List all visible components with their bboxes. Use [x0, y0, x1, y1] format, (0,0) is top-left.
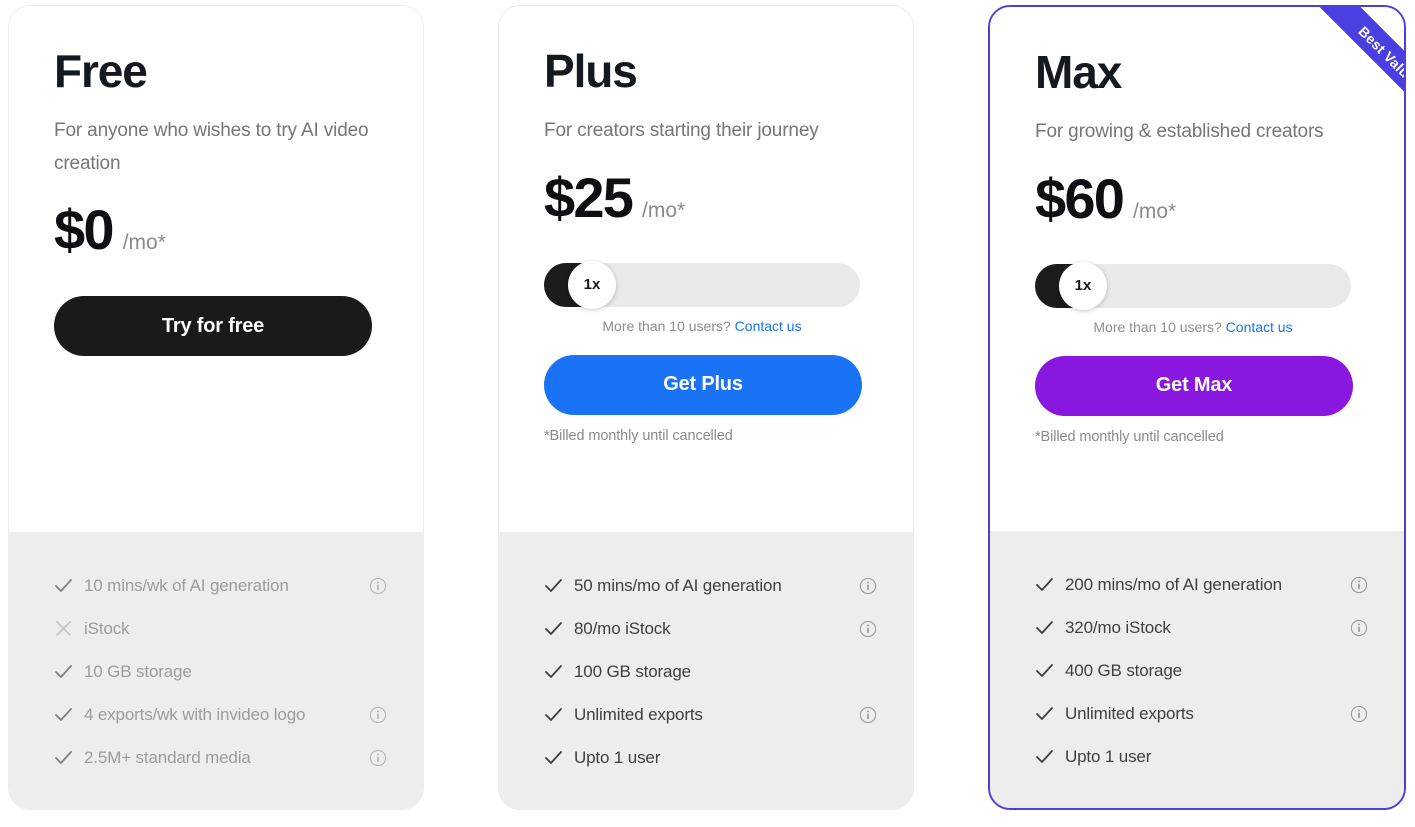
check-icon — [543, 704, 564, 725]
feature-row: Unlimited exports — [543, 693, 879, 736]
feature-row: Upto 1 user — [543, 736, 879, 779]
feature-label: 10 GB storage — [84, 661, 192, 681]
plan-header-max: Max For growing & established creators $60… — [990, 7, 1404, 531]
check-icon — [1034, 703, 1055, 724]
feature-label: iStock — [84, 618, 130, 638]
feature-row: 10 GB storage — [53, 650, 389, 693]
billing-note: *Billed monthly until cancelled — [544, 427, 733, 444]
plan-price-period: /mo* — [122, 231, 166, 255]
plan-card-free[interactable]: Free For anyone who wishes to try AI vide… — [8, 5, 424, 810]
plan-price-row: $60/mo* — [1035, 166, 1360, 230]
plan-name: Plus — [544, 45, 638, 97]
feature-label: 2.5M+ standard media — [84, 747, 251, 767]
plan-price-amount: $60 — [1035, 166, 1125, 230]
contact-us-link[interactable]: Contact us — [1226, 319, 1293, 335]
feature-label: 320/mo iStock — [1065, 617, 1171, 637]
feature-label: Unlimited exports — [1065, 703, 1194, 723]
check-icon — [1034, 660, 1055, 681]
cta-button-max[interactable]: Get Max — [1035, 355, 1353, 416]
plan-card-plus[interactable]: Plus For creators starting their journey $… — [498, 5, 914, 810]
plan-price-amount: $25 — [544, 165, 634, 229]
check-icon — [1034, 574, 1055, 595]
feature-row: Unlimited exports — [1034, 692, 1370, 735]
plan-tagline: For anyone who wishes to try AI video cr… — [54, 120, 369, 174]
seat-contact-note: More than 10 users? Contact us — [544, 318, 860, 334]
check-icon — [543, 661, 564, 682]
seat-slider-knob[interactable]: 1x — [1059, 261, 1107, 310]
info-icon[interactable] — [857, 620, 879, 638]
feature-label: 100 GB storage — [574, 661, 691, 681]
plan-name: Free — [54, 45, 148, 97]
check-icon — [543, 747, 564, 768]
feature-label: 400 GB storage — [1065, 660, 1182, 680]
info-icon[interactable] — [367, 577, 389, 595]
check-icon — [53, 575, 74, 596]
plan-price-period: /mo* — [1133, 199, 1177, 223]
seat-contact-text: More than 10 users? — [602, 317, 731, 334]
check-icon — [543, 618, 564, 639]
plan-price-amount: $0 — [54, 198, 114, 262]
plan-price-row: $25/mo* — [544, 165, 869, 229]
feature-label: 80/mo iStock — [574, 618, 671, 638]
seat-slider-knob[interactable]: 1x — [568, 260, 616, 309]
info-icon[interactable] — [857, 577, 879, 595]
feature-label: Upto 1 user — [574, 747, 661, 767]
feature-row: 200 mins/mo of AI generation — [1034, 563, 1370, 606]
check-icon — [53, 704, 74, 725]
feature-row: 80/mo iStock — [543, 607, 879, 650]
contact-us-link[interactable]: Contact us — [735, 318, 802, 334]
plan-features-plus: 50 mins/mo of AI generation 80/mo iStock 1… — [499, 532, 913, 809]
plan-header-plus: Plus For creators starting their journey $… — [499, 6, 913, 532]
billing-note: *Billed monthly until cancelled — [1035, 428, 1224, 445]
info-icon[interactable] — [857, 706, 879, 724]
check-icon — [53, 661, 74, 682]
cta-button-free[interactable]: Try for free — [54, 296, 372, 357]
info-icon[interactable] — [1348, 619, 1370, 637]
feature-row: 400 GB storage — [1034, 649, 1370, 692]
plan-features-free: 10 mins/wk of AI generation iStock 10 GB s… — [9, 532, 423, 809]
seat-contact-note: More than 10 users? Contact us — [1035, 319, 1351, 335]
check-icon — [543, 575, 564, 596]
feature-row: 4 exports/wk with invideo logo — [53, 693, 389, 736]
feature-row: 50 mins/mo of AI generation — [543, 564, 879, 607]
check-icon — [53, 747, 74, 768]
feature-row: 10 mins/wk of AI generation — [53, 564, 389, 607]
feature-label: 200 mins/mo of AI generation — [1065, 574, 1282, 594]
plan-header-free: Free For anyone who wishes to try AI vide… — [9, 6, 423, 532]
feature-label: Upto 1 user — [1065, 746, 1152, 766]
feature-label: 50 mins/mo of AI generation — [574, 575, 782, 595]
feature-row: 2.5M+ standard media — [53, 736, 389, 779]
plan-card-max[interactable]: Best Value Max For growing & established c… — [988, 5, 1406, 810]
plan-tagline: For creators starting their journey — [544, 120, 819, 141]
seat-slider-wrap: 1x More than 10 users? Contact us — [544, 260, 869, 334]
cross-icon — [53, 618, 74, 639]
feature-row: iStock — [53, 607, 389, 650]
feature-row: 320/mo iStock — [1034, 606, 1370, 649]
info-icon[interactable] — [367, 706, 389, 724]
plan-price-row: $0/mo* — [54, 202, 379, 258]
plan-features-max: 200 mins/mo of AI generation 320/mo iStoc… — [990, 531, 1404, 808]
plan-tagline: For growing & established creators — [1035, 121, 1324, 142]
info-icon[interactable] — [367, 749, 389, 767]
plan-price-period: /mo* — [642, 198, 686, 222]
pricing-plans-grid: Free For anyone who wishes to try AI vide… — [0, 0, 1415, 827]
info-icon[interactable] — [1348, 705, 1370, 723]
plan-name: Max — [1035, 46, 1122, 98]
feature-label: Unlimited exports — [574, 704, 703, 724]
feature-row: 100 GB storage — [543, 650, 879, 693]
seat-contact-text: More than 10 users? — [1093, 318, 1222, 335]
feature-label: 4 exports/wk with invideo logo — [84, 704, 306, 724]
info-icon[interactable] — [1348, 576, 1370, 594]
seat-count-slider[interactable]: 1x — [1035, 261, 1351, 310]
seat-slider-wrap: 1x More than 10 users? Contact us — [1035, 261, 1360, 335]
feature-row: Upto 1 user — [1034, 735, 1370, 778]
check-icon — [1034, 746, 1055, 767]
cta-button-plus[interactable]: Get Plus — [544, 354, 862, 415]
seat-count-slider[interactable]: 1x — [544, 260, 860, 309]
feature-label: 10 mins/wk of AI generation — [84, 575, 289, 595]
check-icon — [1034, 617, 1055, 638]
